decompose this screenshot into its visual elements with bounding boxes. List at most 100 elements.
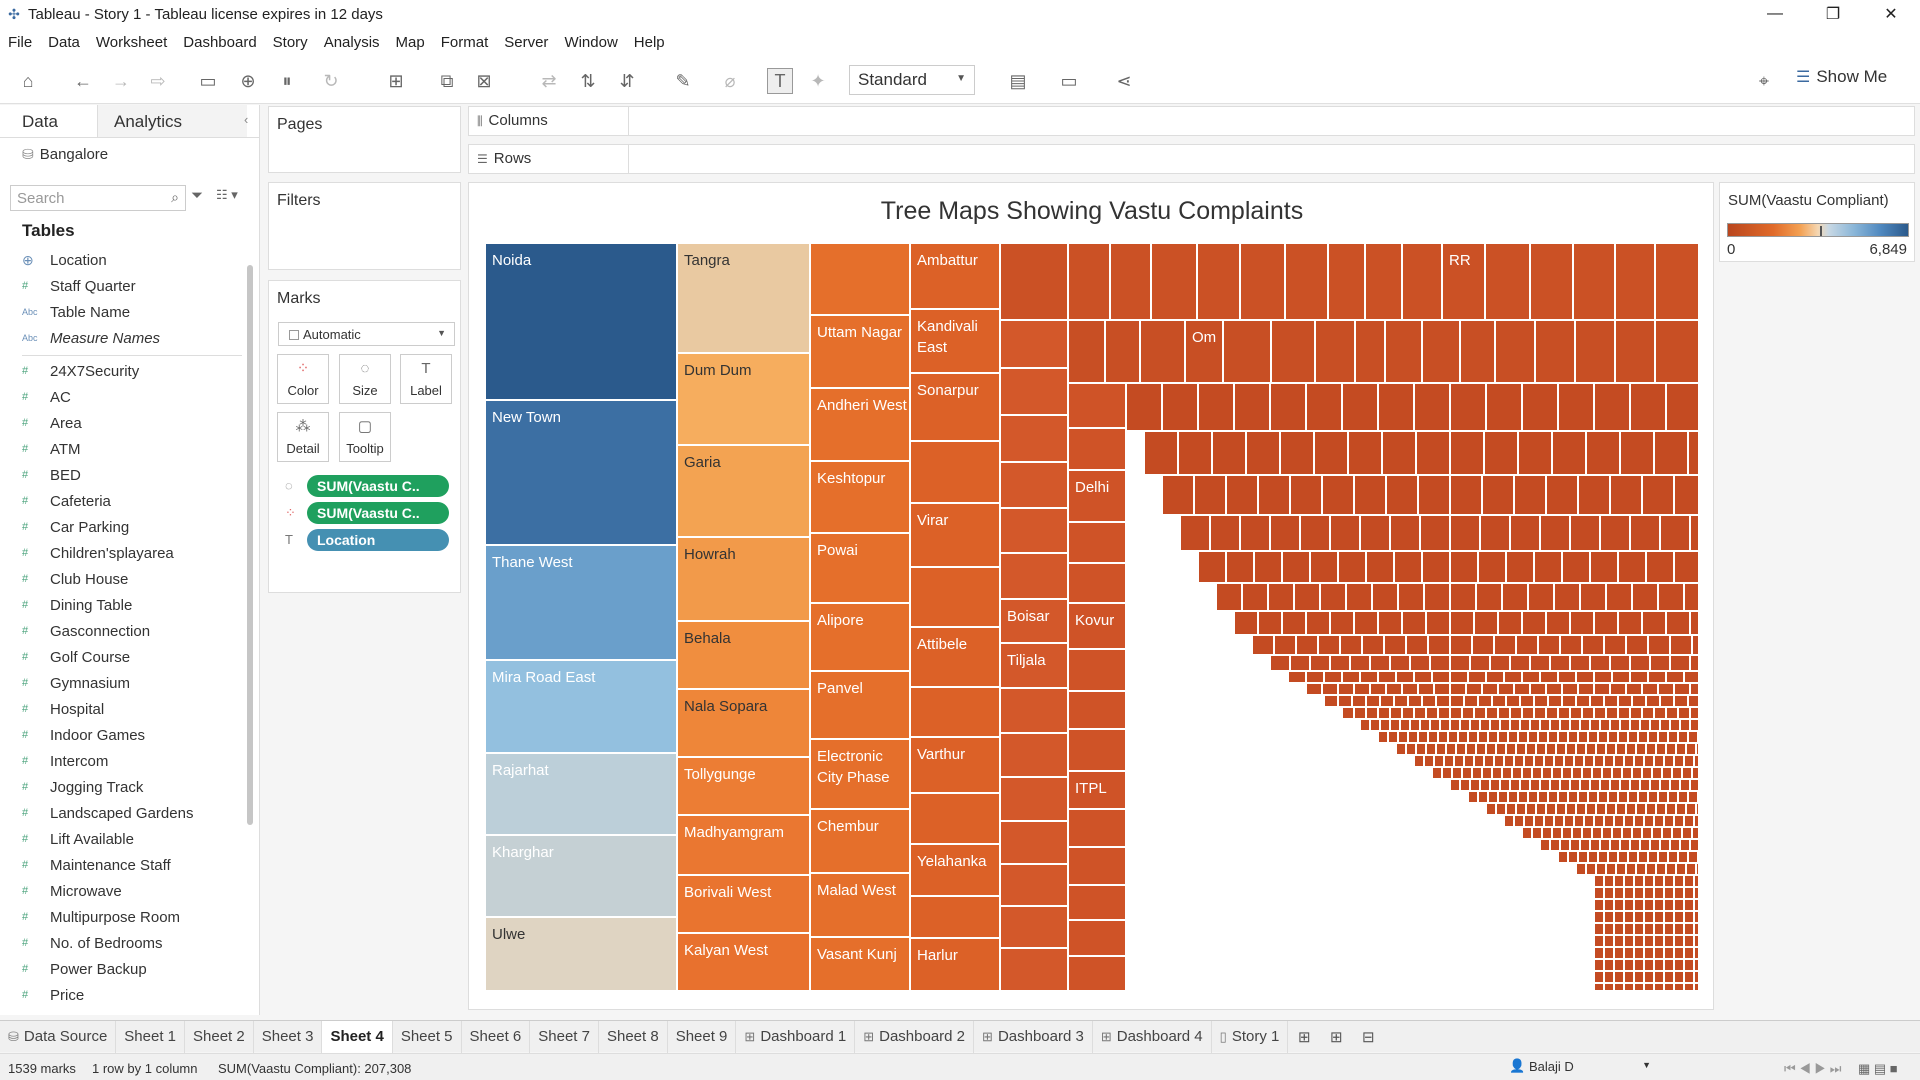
- treemap-cell[interactable]: [1618, 611, 1642, 635]
- treemap-cell[interactable]: [1634, 947, 1644, 959]
- treemap-cell[interactable]: [1144, 431, 1178, 475]
- treemap-cell[interactable]: [1450, 779, 1460, 791]
- treemap-cell[interactable]: Behala: [677, 621, 810, 689]
- duplicate-sheet-icon[interactable]: ⧉: [434, 68, 460, 94]
- treemap-cell[interactable]: [1630, 707, 1642, 719]
- treemap-cell[interactable]: Harlur: [910, 938, 1000, 991]
- datasource-item[interactable]: ⛁ Bangalore: [22, 146, 108, 163]
- treemap-cell[interactable]: [1632, 767, 1642, 779]
- treemap-cell[interactable]: [1576, 671, 1594, 683]
- treemap-cell[interactable]: [1498, 683, 1514, 695]
- treemap-cell[interactable]: [1622, 767, 1632, 779]
- treemap-cell[interactable]: [1546, 707, 1558, 719]
- treemap-cell[interactable]: [1468, 791, 1478, 803]
- treemap-cell[interactable]: [1564, 815, 1574, 827]
- treemap-cell[interactable]: [1684, 899, 1694, 911]
- treemap-cell[interactable]: [1688, 791, 1698, 803]
- share-icon[interactable]: ⋖: [1111, 68, 1137, 94]
- treemap-cell[interactable]: [1590, 719, 1600, 731]
- treemap-cell[interactable]: [1468, 671, 1486, 683]
- treemap-cell[interactable]: [1606, 803, 1616, 815]
- treemap-cell[interactable]: [1495, 320, 1535, 383]
- treemap-cell[interactable]: [1684, 911, 1694, 923]
- treemap-cell[interactable]: [1694, 959, 1699, 971]
- treemap-cell[interactable]: [1686, 743, 1696, 755]
- treemap-cell[interactable]: [1550, 719, 1560, 731]
- treemap-cell[interactable]: [1355, 320, 1385, 383]
- treemap-cell[interactable]: [1414, 671, 1432, 683]
- treemap-cell[interactable]: [1496, 803, 1506, 815]
- treemap-cell[interactable]: [1450, 635, 1472, 655]
- treemap-cell[interactable]: Boisar: [1000, 599, 1068, 643]
- treemap-cell[interactable]: [1624, 935, 1634, 947]
- treemap-cell[interactable]: [1614, 923, 1624, 935]
- treemap-cell[interactable]: [1446, 743, 1456, 755]
- treemap-cell[interactable]: [1490, 719, 1500, 731]
- sheet-tab[interactable]: ⊞ Dashboard 4: [1093, 1020, 1212, 1053]
- treemap-cell[interactable]: [1538, 791, 1548, 803]
- treemap-cell[interactable]: [1674, 887, 1684, 899]
- tab-analytics[interactable]: Analytics: [97, 105, 247, 137]
- field-item[interactable]: #24X7Security: [22, 358, 242, 384]
- treemap-cell[interactable]: [1656, 863, 1666, 875]
- treemap-cell[interactable]: [1630, 839, 1640, 851]
- treemap-cell[interactable]: [1684, 983, 1694, 991]
- treemap-cell[interactable]: [1426, 743, 1436, 755]
- treemap-cell[interactable]: [1620, 779, 1630, 791]
- treemap-cell[interactable]: [1434, 755, 1444, 767]
- treemap-cell[interactable]: [1000, 777, 1068, 821]
- undo-icon[interactable]: ←: [70, 68, 96, 94]
- new-datasource-icon[interactable]: ⊕: [235, 68, 261, 94]
- treemap-cell[interactable]: [1310, 655, 1330, 671]
- treemap-cell[interactable]: Nala Sopara: [677, 689, 810, 757]
- treemap-cell[interactable]: [1480, 779, 1490, 791]
- treemap-cell[interactable]: [1652, 827, 1662, 839]
- treemap-cell[interactable]: [1000, 948, 1068, 991]
- treemap-cell[interactable]: [1408, 731, 1418, 743]
- field-item[interactable]: # Car Parking: [22, 514, 242, 540]
- treemap-cell[interactable]: [1518, 791, 1528, 803]
- treemap-cell[interactable]: [1674, 551, 1699, 583]
- treemap-cell[interactable]: [1694, 911, 1699, 923]
- field-item[interactable]: # Dining Table: [22, 592, 242, 618]
- treemap-cell[interactable]: [1638, 791, 1648, 803]
- treemap-cell[interactable]: [1654, 959, 1664, 971]
- treemap-cell[interactable]: [1546, 611, 1570, 635]
- treemap-cell[interactable]: [1634, 923, 1644, 935]
- treemap-cell[interactable]: [1322, 683, 1338, 695]
- treemap-cell[interactable]: [1604, 875, 1614, 887]
- treemap-cell[interactable]: [1550, 779, 1560, 791]
- treemap-cell[interactable]: [1478, 695, 1492, 707]
- treemap-cell[interactable]: [1690, 655, 1699, 671]
- treemap-cell[interactable]: [1594, 755, 1604, 767]
- treemap-cell[interactable]: Dum Dum: [677, 353, 810, 445]
- treemap-cell[interactable]: [1522, 671, 1540, 683]
- treemap-cell[interactable]: [1674, 911, 1684, 923]
- treemap-cell[interactable]: [1338, 551, 1366, 583]
- treemap-cell[interactable]: [1450, 475, 1482, 515]
- treemap-cell[interactable]: [1674, 923, 1684, 935]
- treemap-cell[interactable]: [1510, 655, 1530, 671]
- treemap-cell[interactable]: [1426, 707, 1438, 719]
- treemap-cell[interactable]: [1684, 671, 1699, 683]
- treemap-cell[interactable]: [1694, 899, 1699, 911]
- treemap-cell[interactable]: [1498, 791, 1508, 803]
- treemap-cell[interactable]: [1398, 583, 1424, 611]
- treemap-cell[interactable]: Yelahanka: [910, 844, 1000, 896]
- treemap-cell[interactable]: [810, 243, 910, 315]
- treemap-cell[interactable]: [1660, 779, 1670, 791]
- treemap-cell[interactable]: [1330, 611, 1354, 635]
- treemap-cell[interactable]: [1340, 635, 1362, 655]
- field-item[interactable]: # Lift Available: [22, 826, 242, 852]
- treemap-cell[interactable]: [1472, 635, 1494, 655]
- treemap-cell[interactable]: [1450, 671, 1468, 683]
- treemap-cell[interactable]: [1068, 649, 1126, 691]
- treemap-cell[interactable]: [1530, 683, 1546, 695]
- treemap-cell[interactable]: [1648, 791, 1658, 803]
- field-item[interactable]: Abc Table Name: [22, 299, 242, 325]
- treemap-cell[interactable]: [1342, 671, 1360, 683]
- field-item[interactable]: # Children'splayarea: [22, 540, 242, 566]
- treemap-cell[interactable]: [1570, 655, 1590, 671]
- tab-data[interactable]: Data: [0, 105, 97, 137]
- treemap-cell[interactable]: [910, 896, 1000, 938]
